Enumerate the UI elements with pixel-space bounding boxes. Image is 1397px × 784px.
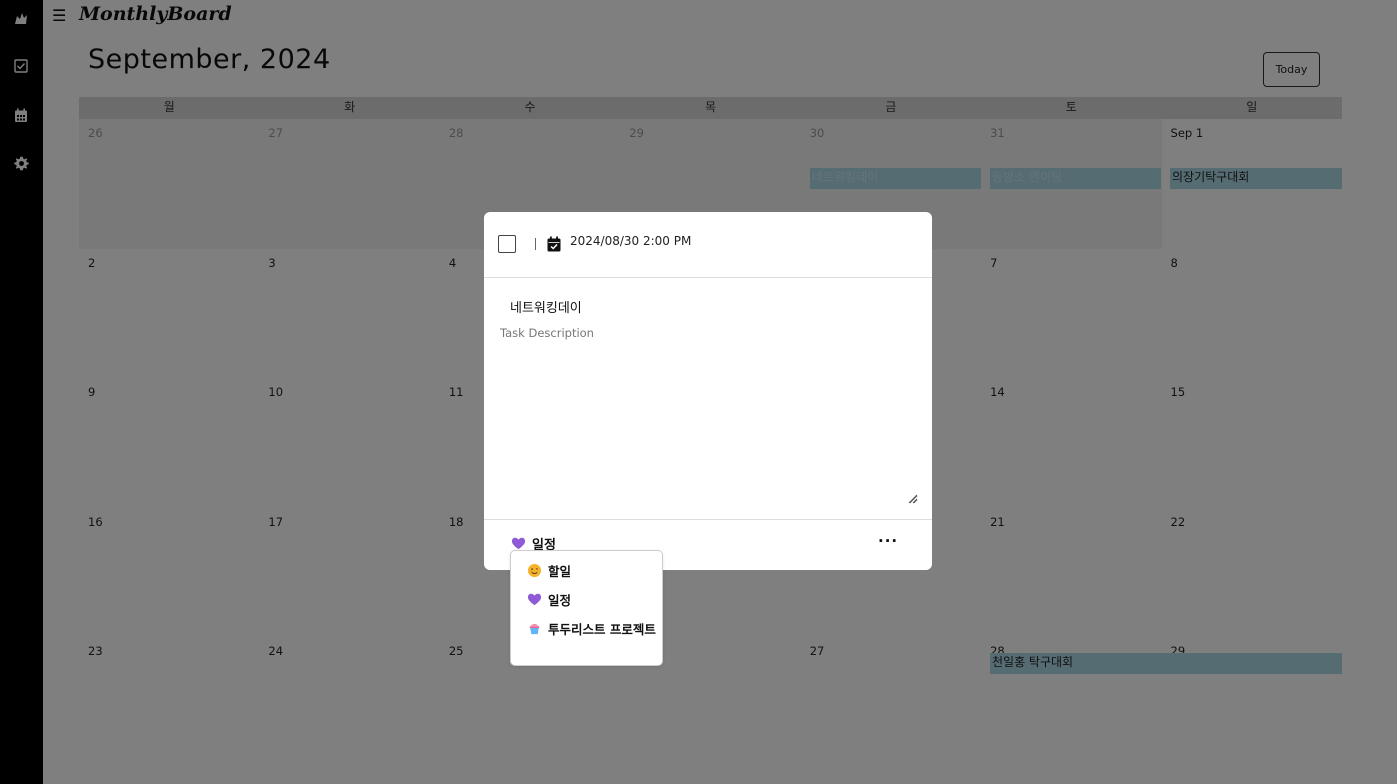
purple-heart-icon: [527, 592, 542, 607]
task-title[interactable]: 네트워킹데이: [510, 297, 582, 316]
task-description-field[interactable]: [500, 326, 918, 504]
dropdown-option-todo[interactable]: 할일: [527, 561, 571, 580]
task-date[interactable]: 2024/08/30 2:00 PM: [570, 234, 691, 248]
resize-handle-icon[interactable]: [908, 494, 918, 504]
face-icon: [527, 563, 542, 578]
purple-heart-icon: [511, 536, 526, 551]
task-modal: 2024/08/30 2:00 PM 네트워킹데이 일정 ···: [484, 212, 932, 570]
divider: [535, 238, 536, 250]
cupcake-icon: [527, 621, 542, 636]
option-label: 투두리스트 프로젝트: [548, 622, 656, 637]
option-label: 일정: [548, 593, 572, 608]
complete-checkbox[interactable]: [498, 235, 516, 253]
modal-header: 2024/08/30 2:00 PM: [484, 212, 932, 278]
option-label: 할일: [548, 564, 572, 579]
dropdown-option-project[interactable]: 투두리스트 프로젝트: [527, 619, 656, 638]
category-dropdown: 할일 일정 투두리스트 프로젝트: [510, 550, 663, 666]
dropdown-option-schedule[interactable]: 일정: [527, 590, 571, 609]
calendar-check-icon[interactable]: [547, 236, 561, 252]
more-options-button[interactable]: ···: [878, 532, 898, 550]
